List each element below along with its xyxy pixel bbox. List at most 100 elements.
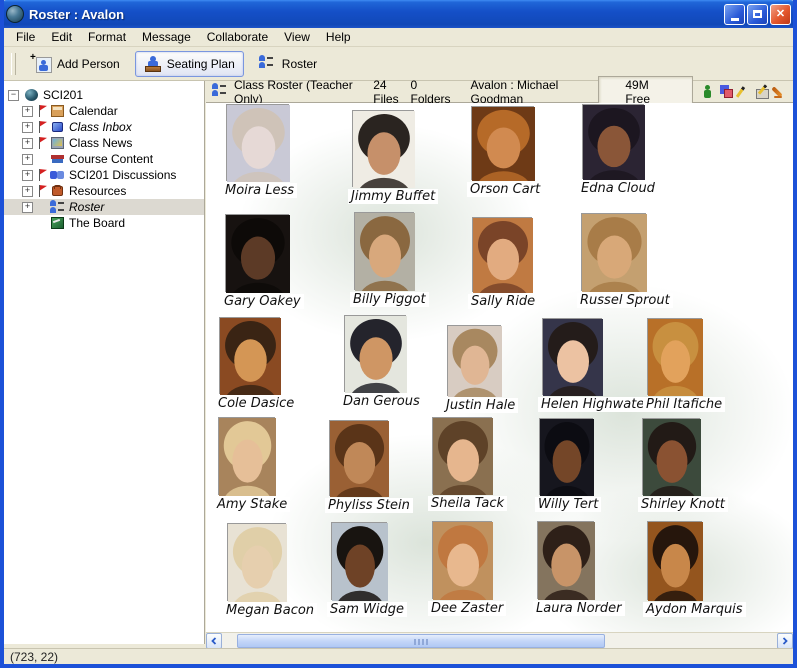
flag-placeholder bbox=[38, 201, 48, 213]
student-photo bbox=[218, 417, 275, 495]
student-photo bbox=[354, 212, 414, 290]
close-button[interactable]: ✕ bbox=[770, 4, 791, 25]
student-name: Cole Dasice bbox=[215, 396, 297, 411]
student-card-willy-tert[interactable]: Willy Tert bbox=[539, 418, 593, 495]
expand-toggle[interactable]: + bbox=[22, 186, 33, 197]
student-card-edna-cloud[interactable]: Edna Cloud bbox=[582, 104, 644, 179]
folder-tree: −SCI201+Calendar+Class Inbox+Class News+… bbox=[4, 81, 205, 644]
student-name: Helen Highwater bbox=[538, 397, 653, 412]
board-icon bbox=[50, 216, 65, 230]
student-card-jimmy-buffet[interactable]: Jimmy Buffet bbox=[352, 110, 414, 187]
expand-toggle[interactable]: + bbox=[22, 154, 33, 165]
student-card-billy-piggot[interactable]: Billy Piggot bbox=[354, 212, 414, 290]
discuss-icon bbox=[50, 168, 65, 182]
inbox-icon bbox=[50, 120, 65, 134]
content-title: Class Roster (Teacher Only) bbox=[234, 78, 353, 106]
window-title: Roster : Avalon bbox=[29, 7, 722, 22]
tree-item-class-news[interactable]: +Class News bbox=[4, 135, 204, 151]
add-person-button[interactable]: +Add Person bbox=[25, 51, 129, 77]
student-card-sally-ride[interactable]: Sally Ride bbox=[472, 217, 532, 292]
expand-toggle[interactable]: + bbox=[22, 106, 33, 117]
toolbar-grip[interactable] bbox=[11, 53, 16, 75]
tree-item-the-board[interactable]: The Board bbox=[4, 215, 204, 231]
student-card-dee-zaster[interactable]: Dee Zaster bbox=[432, 521, 492, 599]
expand-toggle[interactable]: + bbox=[22, 138, 33, 149]
green-user-icon bbox=[701, 84, 715, 99]
collapse-toggle[interactable]: − bbox=[8, 90, 19, 101]
student-card-justin-hale[interactable]: Justin Hale bbox=[447, 325, 501, 396]
folder-count: 0 Folders bbox=[411, 78, 451, 106]
student-name: Orson Cart bbox=[467, 182, 543, 197]
student-name: Phyliss Stein bbox=[325, 498, 413, 513]
student-card-dan-gerous[interactable]: Dan Gerous bbox=[344, 315, 406, 392]
menu-bar: FileEditFormatMessageCollaborateViewHelp bbox=[4, 28, 793, 47]
student-photo bbox=[539, 418, 593, 495]
student-photo bbox=[642, 418, 700, 495]
expand-toggle[interactable]: + bbox=[22, 202, 33, 213]
tree-root-label: SCI201 bbox=[43, 87, 83, 103]
student-card-sheila-tack[interactable]: Sheila Tack bbox=[432, 417, 492, 494]
menu-message[interactable]: Message bbox=[134, 28, 199, 46]
menu-help[interactable]: Help bbox=[318, 28, 359, 46]
scroll-left-arrow[interactable] bbox=[206, 633, 222, 649]
student-card-aydon-marquis[interactable]: Aydon Marquis bbox=[647, 521, 702, 600]
horizontal-scrollbar[interactable] bbox=[206, 632, 793, 649]
scrollbar-thumb[interactable] bbox=[237, 634, 605, 648]
seating-plan-icon bbox=[144, 55, 162, 73]
title-bar: Roster : Avalon ✕ bbox=[0, 0, 797, 28]
student-card-orson-cart[interactable]: Orson Cart bbox=[471, 106, 534, 180]
app-window: Roster : Avalon ✕ FileEditFormatMessageC… bbox=[0, 0, 797, 668]
student-card-shirley-knott[interactable]: Shirley Knott bbox=[642, 418, 700, 495]
menu-file[interactable]: File bbox=[8, 28, 43, 46]
student-card-cole-dasice[interactable]: Cole Dasice bbox=[219, 317, 280, 394]
tree-root-sci201[interactable]: − SCI201 bbox=[4, 87, 204, 103]
tree-item-sci201-discussions[interactable]: +SCI201 Discussions bbox=[4, 167, 204, 183]
minimize-button[interactable] bbox=[724, 4, 745, 25]
menu-format[interactable]: Format bbox=[80, 28, 134, 46]
stamp-pencil-icon bbox=[755, 84, 769, 99]
student-name: Jimmy Buffet bbox=[348, 189, 438, 204]
student-card-phyliss-stein[interactable]: Phyliss Stein bbox=[329, 420, 388, 496]
student-photo bbox=[227, 523, 286, 601]
unread-flag-icon bbox=[38, 105, 48, 117]
unread-flag-icon bbox=[38, 121, 48, 133]
student-name: Phil Itafiche bbox=[643, 397, 725, 412]
student-card-megan-bacon[interactable]: Megan Bacon bbox=[227, 523, 286, 601]
student-card-helen-highwater[interactable]: Helen Highwater bbox=[542, 318, 602, 395]
student-name: Russel Sprout bbox=[577, 293, 673, 308]
menu-edit[interactable]: Edit bbox=[43, 28, 80, 46]
tree-item-calendar[interactable]: + Calendar bbox=[4, 103, 204, 119]
student-card-moira-less[interactable]: Moira Less bbox=[226, 104, 289, 181]
student-photo bbox=[542, 318, 602, 395]
student-card-sam-widge[interactable]: Sam Widge bbox=[331, 522, 387, 600]
roster-button[interactable]: Roster bbox=[250, 51, 326, 77]
maximize-button[interactable] bbox=[747, 4, 768, 25]
seating-plan-button[interactable]: Seating Plan bbox=[135, 51, 244, 77]
tree-item-roster[interactable]: + Roster bbox=[4, 199, 204, 215]
tree-item-class-inbox[interactable]: +Class Inbox bbox=[4, 119, 204, 135]
menu-collaborate[interactable]: Collaborate bbox=[199, 28, 276, 46]
roster-icon bbox=[212, 83, 230, 101]
roster-canvas[interactable]: Moira Less Jimmy Buffet Orson Cart Edna Clo… bbox=[206, 103, 793, 632]
student-card-russel-sprout[interactable]: Russel Sprout bbox=[581, 213, 646, 291]
tree-item-label: Roster bbox=[69, 199, 104, 215]
tree-item-resources[interactable]: +Resources bbox=[4, 183, 204, 199]
menu-view[interactable]: View bbox=[276, 28, 318, 46]
expand-toggle[interactable]: + bbox=[22, 122, 33, 133]
scroll-right-arrow[interactable] bbox=[777, 633, 793, 649]
roster-icon bbox=[50, 200, 65, 214]
student-card-amy-stake[interactable]: Amy Stake bbox=[218, 417, 275, 495]
tree-item-label: The Board bbox=[69, 215, 125, 231]
unread-flag-icon bbox=[38, 137, 48, 149]
student-card-gary-oakey[interactable]: Gary Oakey bbox=[225, 214, 289, 292]
tree-item-course-content[interactable]: +Course Content bbox=[4, 151, 204, 167]
seating-plan-label: Seating Plan bbox=[167, 57, 235, 71]
file-count: 24 Files bbox=[373, 78, 406, 106]
student-name: Sheila Tack bbox=[428, 496, 507, 511]
student-card-laura-norder[interactable]: Laura Norder bbox=[537, 521, 594, 599]
roster-icon bbox=[259, 55, 277, 73]
student-name: Laura Norder bbox=[533, 601, 625, 616]
expand-toggle[interactable]: + bbox=[22, 170, 33, 181]
tree-item-label: Calendar bbox=[69, 103, 118, 119]
student-card-phil-itafiche[interactable]: Phil Itafiche bbox=[647, 318, 702, 395]
